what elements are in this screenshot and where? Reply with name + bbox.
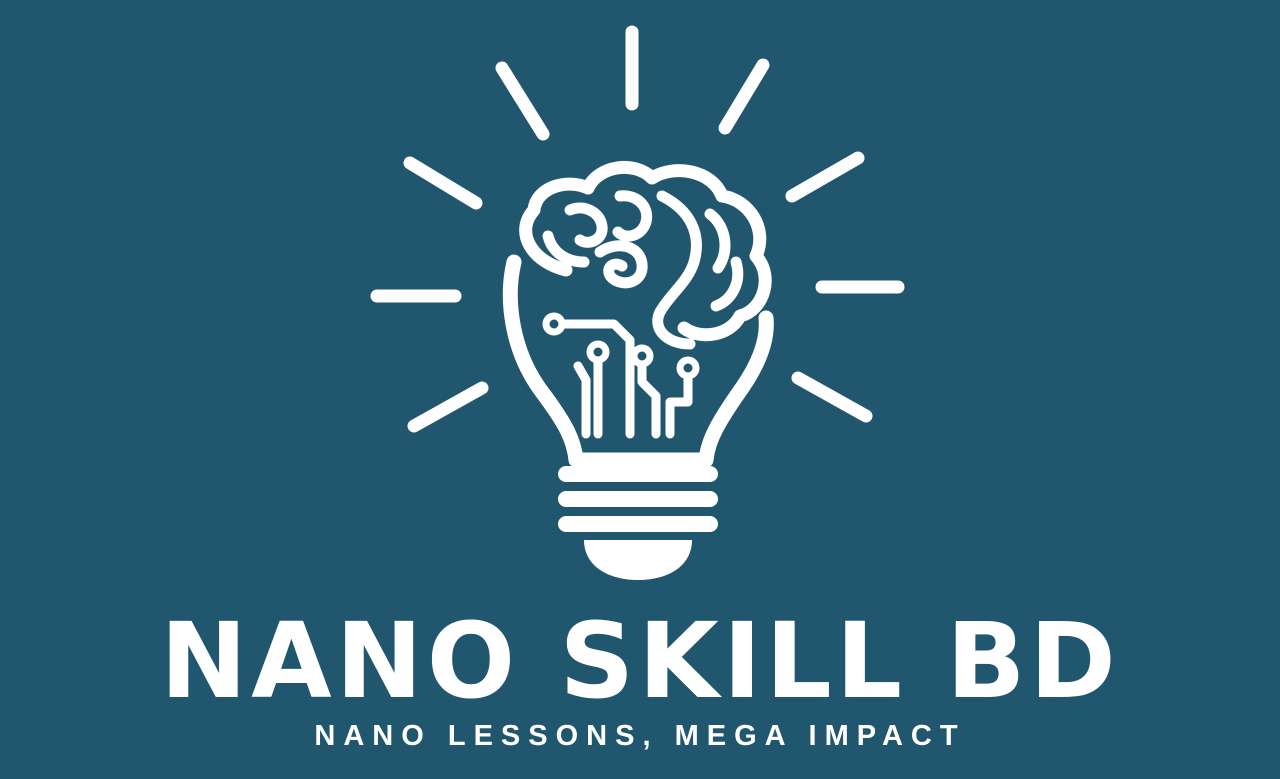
lightbulb-brain-circuit-icon [370, 25, 905, 580]
brand-tagline: NANO LESSONS, MEGA IMPACT [314, 720, 966, 752]
bulb-base [558, 466, 718, 580]
logo-canvas: NANO SKILL BD NANO LESSONS, MEGA IMPACT [0, 0, 1280, 779]
brand-name: NANO SKILL BD [160, 600, 1120, 722]
